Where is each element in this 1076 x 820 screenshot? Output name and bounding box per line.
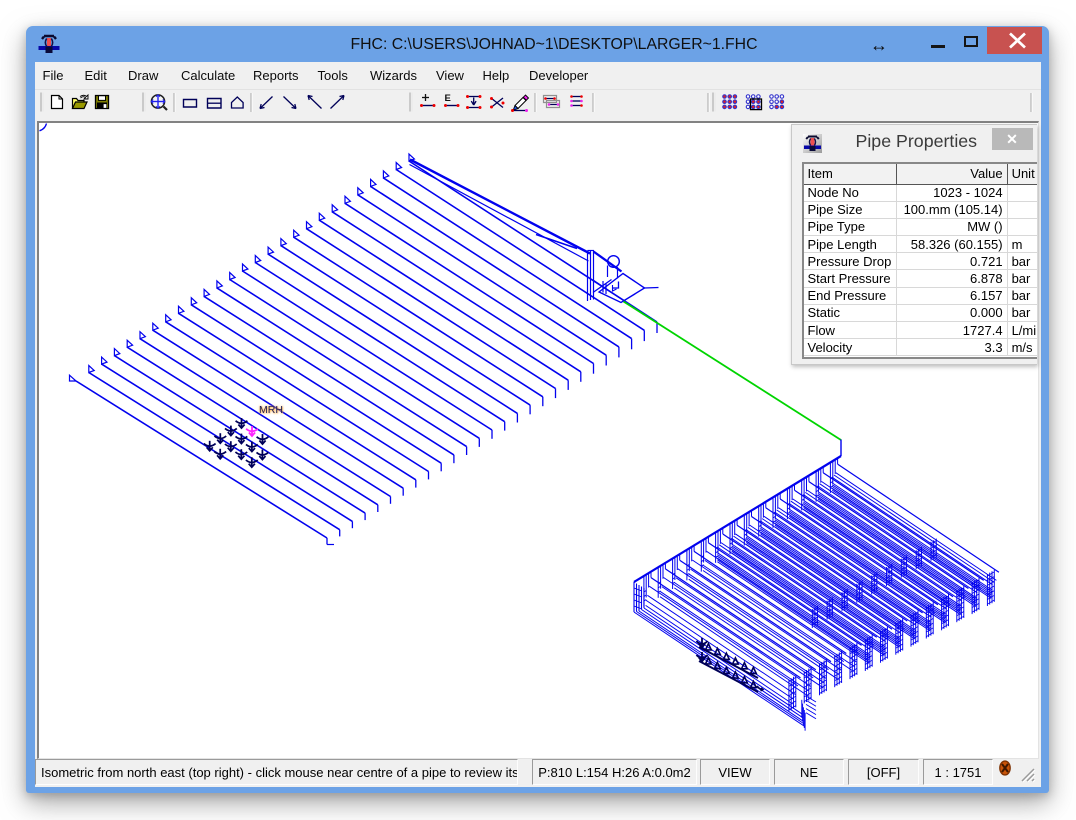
svg-text:E: E: [445, 93, 451, 104]
